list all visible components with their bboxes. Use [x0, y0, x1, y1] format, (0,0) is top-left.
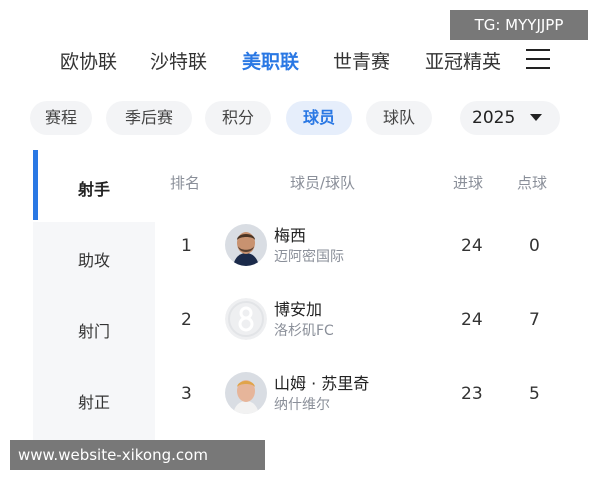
table-row[interactable]: 3 山姆 · 苏里奇 纳什维尔 23 5: [155, 358, 575, 430]
tab-afc-champions-elite[interactable]: 亚冠精英: [425, 47, 501, 74]
category-shots-on-target[interactable]: 射正: [33, 389, 155, 413]
tab-saudi-league[interactable]: 沙特联: [150, 47, 207, 74]
rank-value: 1: [181, 236, 192, 256]
tab-standings[interactable]: 积分: [205, 101, 271, 135]
category-assists[interactable]: 助攻: [33, 247, 155, 271]
league-tab-bar: 欧协联 沙特联 美职联 世青赛 亚冠精英: [0, 38, 600, 84]
sub-tab-bar: 赛程 季后赛 积分 球员 球队 2025: [0, 94, 600, 144]
tab-schedule[interactable]: 赛程: [30, 101, 92, 135]
penalties-value: 0: [529, 236, 540, 256]
menu-icon[interactable]: [526, 49, 550, 71]
player-name: 博安加: [274, 300, 323, 319]
player-name: 山姆 · 苏里奇: [274, 374, 370, 393]
player-team: 纳什维尔: [274, 397, 330, 413]
tab-mls[interactable]: 美职联: [242, 47, 299, 74]
stat-category-nav: 射手 助攻 射门 射正: [33, 150, 155, 440]
penalties-value: 7: [529, 310, 540, 330]
watermark-top: TG: MYYJJPP: [450, 10, 588, 40]
table-row[interactable]: 1 梅西 迈阿密国际 24 0: [155, 210, 575, 282]
goals-value: 23: [461, 384, 483, 404]
watermark-bottom: www.website-xikong.com: [10, 440, 265, 470]
tab-players[interactable]: 球员: [286, 101, 352, 135]
header-player-team: 球员/球队: [290, 174, 356, 192]
tab-standings-label: 积分: [221, 108, 254, 127]
player-name: 梅西: [274, 226, 307, 245]
header-rank: 排名: [170, 174, 201, 192]
tab-playoffs-label: 季后赛: [124, 108, 173, 127]
season-value: 2025: [472, 108, 516, 128]
tab-schedule-label: 赛程: [44, 108, 77, 127]
table-row[interactable]: 2 博安加 洛杉矶FC 24 7: [155, 284, 575, 356]
avatar: [225, 372, 267, 414]
player-team: 洛杉矶FC: [274, 323, 334, 339]
header-penalties: 点球: [517, 174, 548, 192]
avatar-placeholder-icon: [225, 298, 267, 340]
goals-value: 24: [461, 310, 483, 330]
tab-europa-conference[interactable]: 欧协联: [60, 47, 117, 74]
tab-u20-world-cup[interactable]: 世青赛: [333, 47, 390, 74]
season-select[interactable]: 2025: [460, 101, 560, 135]
scorers-table: 排名 球员/球队 进球 点球 1 梅西 迈阿密国际 24 0 2 博安加 洛杉矶…: [155, 150, 575, 440]
header-goals: 进球: [453, 174, 484, 192]
category-shots[interactable]: 射门: [33, 318, 155, 342]
caret-down-icon: [530, 114, 542, 121]
tab-teams-label: 球队: [382, 108, 415, 127]
penalties-value: 5: [529, 384, 540, 404]
player-team: 迈阿密国际: [274, 249, 344, 265]
goals-value: 24: [461, 236, 483, 256]
category-scorers[interactable]: 射手: [33, 176, 155, 200]
tab-playoffs[interactable]: 季后赛: [106, 101, 192, 135]
avatar: [225, 224, 267, 266]
tab-players-label: 球员: [302, 108, 335, 127]
tab-teams[interactable]: 球队: [366, 101, 432, 135]
rank-value: 3: [181, 384, 192, 404]
rank-value: 2: [181, 310, 192, 330]
